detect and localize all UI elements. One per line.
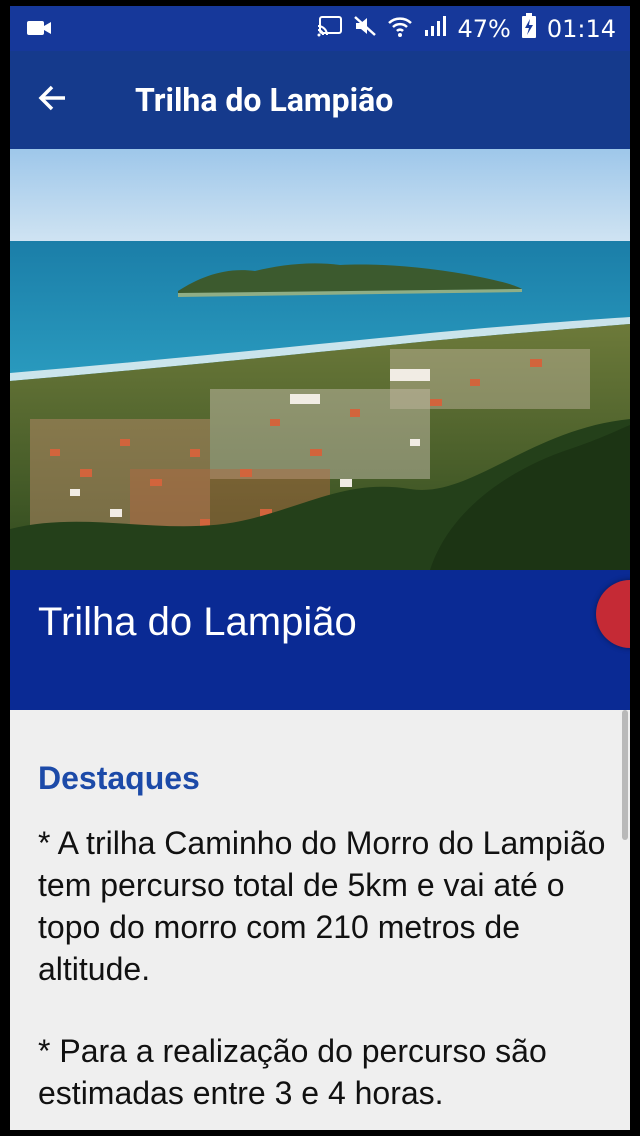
cast-icon: [317, 15, 343, 43]
app-bar: Trilha do Lampião: [10, 51, 630, 149]
video-icon: [26, 18, 52, 42]
section-heading: Destaques: [38, 760, 200, 796]
hero-image: [10, 149, 630, 570]
screen: 47% 01:14 Trilha do Lampião Trilha do La…: [10, 6, 630, 1130]
status-bar: 47% 01:14: [10, 6, 630, 51]
wifi-icon: [387, 14, 413, 44]
floating-action-button[interactable]: [596, 580, 630, 648]
paragraph-distance: * A trilha Caminho do Morro do Lampião t…: [38, 825, 606, 987]
paragraph-duration: * Para a realização do percurso são esti…: [38, 1033, 547, 1111]
banner-title: Trilha do Lampião: [38, 600, 357, 644]
title-banner: Trilha do Lampião: [10, 570, 630, 710]
clock: 01:14: [546, 14, 616, 43]
mute-icon: [353, 14, 377, 44]
scrollbar[interactable]: [622, 710, 628, 840]
battery-charging-icon: [521, 12, 537, 45]
signal-icon: [423, 15, 447, 43]
app-bar-title: Trilha do Lampião: [135, 81, 394, 119]
battery-percent: 47%: [457, 14, 511, 43]
back-button[interactable]: [28, 75, 78, 125]
arrow-back-icon: [37, 82, 69, 118]
content-area: Destaques * A trilha Caminho do Morro do…: [10, 710, 630, 1130]
